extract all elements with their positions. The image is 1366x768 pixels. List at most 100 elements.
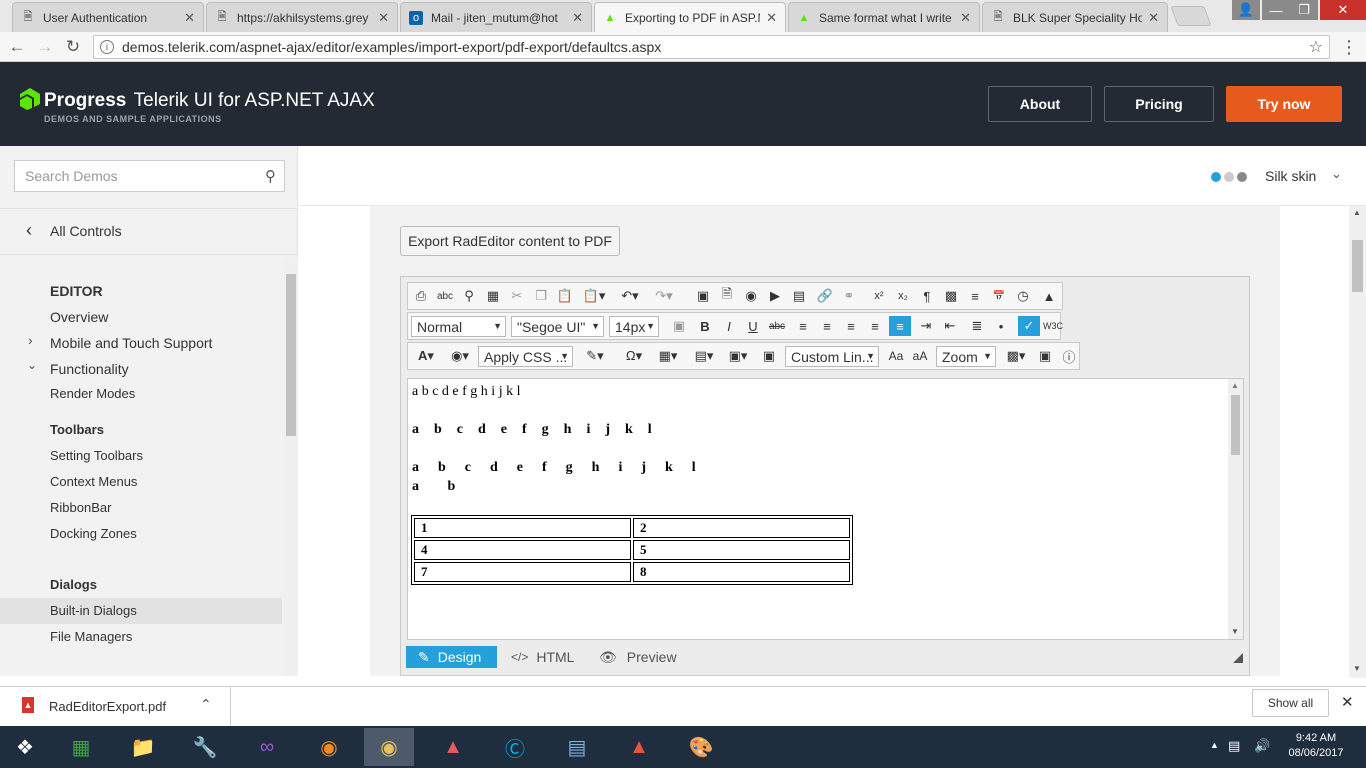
try-now-button[interactable]: Try now [1226, 86, 1342, 122]
browser-tab-exporting-to-pdf[interactable]: ▲ Exporting to PDF in ASP.N ✕ [594, 2, 786, 32]
all-controls-link[interactable]: All Controls [50, 223, 122, 239]
sidebar-item-mobile[interactable]: Mobile and Touch Support [50, 335, 212, 351]
search-input[interactable]: Search Demos ⚲ [14, 160, 285, 192]
preview-mode-button[interactable]: 👁 Preview [599, 646, 677, 668]
network-app-icon[interactable]: ▤ [552, 728, 602, 766]
convert-to-upper-icon[interactable]: Aa [885, 346, 907, 366]
sidebar-item-context-menus[interactable]: Context Menus [50, 474, 137, 489]
clock[interactable]: 9:42 AM 08/06/2017 [1286, 732, 1346, 759]
scroll-up-icon[interactable]: ▲ [1231, 381, 1239, 390]
html-mode-button[interactable]: </> HTML [511, 646, 574, 668]
close-icon[interactable]: ✕ [960, 10, 971, 26]
image-manager-icon[interactable]: ▣ [692, 286, 714, 306]
insert-symbol-icon[interactable]: ▩ [940, 286, 962, 306]
select-all-icon[interactable]: ▦ [482, 286, 504, 306]
track-changes-icon[interactable]: ✓ [1018, 316, 1040, 336]
visual-studio-icon[interactable]: ∞ [242, 728, 292, 766]
file-explorer-icon[interactable]: 📁 [118, 728, 168, 766]
browser-tab-mail[interactable]: o Mail - jiten_mutum@hot ✕ [400, 2, 592, 32]
font-name-select[interactable]: "Segoe UI" [511, 316, 604, 337]
scrollbar-thumb[interactable] [1231, 395, 1240, 455]
chrome-icon[interactable]: ◉ [364, 728, 414, 766]
scroll-up-icon[interactable]: ▲ [1353, 208, 1361, 217]
modules-icon[interactable]: ▩▾ [1000, 346, 1032, 366]
insert-time-icon[interactable]: ◷ [1012, 286, 1034, 306]
browser-tab-blk-hospital[interactable]: 🗎 BLK Super Speciality Hos ✕ [982, 2, 1168, 32]
search-icon[interactable]: ⚲ [265, 167, 276, 185]
store-icon[interactable]: ▦ [56, 728, 106, 766]
horizontal-rule-icon[interactable]: ≡ [964, 286, 986, 306]
media-manager-icon[interactable]: ▶ [764, 286, 786, 306]
close-icon[interactable]: ✕ [1341, 693, 1354, 711]
scrollbar-thumb[interactable] [286, 274, 296, 436]
paragraph-icon[interactable]: ¶ [916, 286, 938, 306]
xhtml-validator-icon[interactable]: W3C [1042, 316, 1064, 336]
convert-to-lower-icon[interactable]: aA [909, 346, 931, 366]
back-color-icon[interactable]: ◉▾ [444, 346, 476, 366]
bold-icon[interactable]: B [694, 316, 716, 336]
editor-scrollbar[interactable]: ▲ ▼ [1228, 379, 1243, 639]
chevron-left-icon[interactable]: ‹ [26, 220, 32, 241]
url-input[interactable]: i demos.telerik.com/aspnet-ajax/editor/e… [93, 35, 1330, 59]
spellcheck-icon[interactable]: abc [434, 286, 456, 306]
unlink-icon[interactable]: ⚭ [838, 286, 860, 306]
cut-icon[interactable]: ✂ [506, 286, 528, 306]
menu-kebab-icon[interactable]: ⋮ [1338, 36, 1360, 58]
close-icon[interactable]: ✕ [378, 10, 389, 26]
new-tab-button[interactable] [1170, 6, 1212, 26]
insert-symbol-omega-icon[interactable]: Ω▾ [618, 346, 650, 366]
format-stripper-icon[interactable]: ▲ [1038, 286, 1060, 306]
chevron-down-icon[interactable]: ⌄ [27, 358, 37, 372]
about-dialog-icon[interactable]: ⓘ [1058, 346, 1080, 366]
close-icon[interactable]: ✕ [572, 10, 583, 26]
app-badge-icon[interactable]: ▲ [428, 728, 478, 766]
strikethrough-icon[interactable]: abc [766, 316, 788, 336]
sidebar-item-file-managers[interactable]: File Managers [50, 629, 132, 644]
font-size-select[interactable]: 14px [609, 316, 659, 337]
close-window-button[interactable]: ✕ [1320, 0, 1366, 20]
sidebar-item-overview[interactable]: Overview [50, 309, 108, 325]
align-center-icon[interactable]: ≡ [816, 316, 838, 336]
volume-icon[interactable]: 🔊 [1254, 738, 1270, 754]
pdf-reader-icon[interactable]: ▲ [614, 728, 664, 766]
table-cell[interactable]: 8 [633, 562, 850, 582]
insert-table-icon[interactable]: ▦▾ [652, 346, 684, 366]
browser-tab-same-format[interactable]: ▲ Same format what I write ✕ [788, 2, 980, 32]
redo-icon[interactable]: ↷▾ [648, 286, 680, 306]
forward-arrow-icon[interactable]: → [34, 36, 56, 58]
network-icon[interactable]: ▤ [1228, 738, 1240, 754]
table-cell[interactable]: 4 [414, 540, 631, 560]
editor-content-area[interactable]: a b c d e f g h i j k l a b c d e f g h … [407, 378, 1244, 640]
zoom-select[interactable]: Zoom [936, 346, 996, 367]
align-left-icon[interactable]: ≡ [792, 316, 814, 336]
find-replace-icon[interactable]: ⚲ [458, 286, 480, 306]
chevron-down-icon[interactable]: ⌄ [1331, 166, 1342, 182]
site-logo[interactable]: Progress Telerik UI for ASP.NET AJAX [44, 90, 375, 112]
image-map-icon[interactable]: ▣ [668, 316, 690, 336]
link-icon[interactable]: 🔗 [814, 286, 836, 306]
table-cell[interactable]: 1 [414, 518, 631, 538]
windows-start-icon[interactable]: ❖ [0, 728, 50, 766]
scroll-down-icon[interactable]: ▼ [1353, 664, 1361, 673]
sidebar-item-docking-zones[interactable]: Docking Zones [50, 526, 137, 541]
template-manager-icon[interactable]: ▤ [788, 286, 810, 306]
italic-icon[interactable]: I [718, 316, 740, 336]
indent-icon[interactable]: ⇥ [915, 316, 937, 336]
underline-icon[interactable]: U [742, 316, 764, 336]
custom-links-select[interactable]: Custom Lin... [785, 346, 879, 367]
insert-paragraph-icon[interactable]: ▤▾ [688, 346, 720, 366]
superscript-icon[interactable]: x² [868, 286, 890, 306]
numbered-list-icon[interactable]: ≣ [966, 316, 988, 336]
paste-icon[interactable]: 📋 [554, 286, 576, 306]
justify-icon[interactable]: ≡ [864, 316, 886, 336]
close-icon[interactable]: ✕ [766, 10, 777, 26]
info-icon[interactable]: i [100, 40, 114, 54]
paragraph-format-select[interactable]: Normal [411, 316, 506, 337]
show-all-button[interactable]: Show all [1252, 689, 1329, 717]
close-icon[interactable]: ✕ [1148, 10, 1159, 26]
downloaded-file[interactable]: RadEditorExport.pdf [49, 699, 166, 714]
browser-tab-user-authentication[interactable]: 🗎 User Authentication ✕ [12, 2, 204, 32]
flash-manager-icon[interactable]: ◉ [740, 286, 762, 306]
sidebar-item-ribbonbar[interactable]: RibbonBar [50, 500, 111, 515]
firefox-icon[interactable]: ◉ [304, 728, 354, 766]
